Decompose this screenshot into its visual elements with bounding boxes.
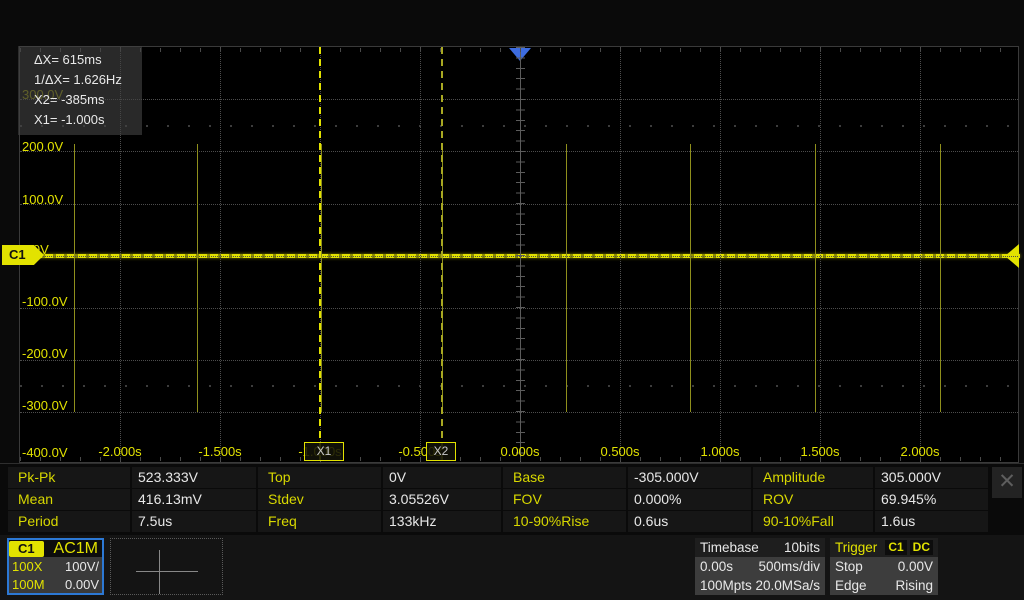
measurement-value: -305.000V <box>628 467 751 488</box>
timebase-panel[interactable]: Timebase 10bits 0.00s 500ms/div 100Mpts … <box>695 538 825 595</box>
channel-c1-chip: C1 <box>9 540 44 557</box>
cursor-x2-value: X2= -385ms <box>34 92 105 107</box>
measurement-label: 90-10%Fall <box>753 511 873 532</box>
x-axis-label: 0.500s <box>600 444 640 459</box>
grid-vline <box>820 47 821 462</box>
measurement-label: Mean <box>8 489 130 510</box>
x-axis-label: 2.000s <box>900 444 940 459</box>
x-axis-label: -2.000s <box>98 444 142 459</box>
timebase-scale: 500ms/div <box>758 559 820 574</box>
measurement-value: 523.333V <box>132 467 256 488</box>
cursor-x1-line[interactable] <box>319 47 321 461</box>
cursor-inv-delta-x: 1/ΔX= 1.626Hz <box>34 72 122 87</box>
cursor-delta-x: ΔX= 615ms <box>34 52 102 67</box>
grid-vline <box>620 47 621 462</box>
measurement-value: 0.6us <box>628 511 751 532</box>
y-axis-label: 200.0V <box>22 139 64 154</box>
measurement-value: 1.6us <box>875 511 988 532</box>
channel-coupling-label: AC1M <box>53 539 98 557</box>
timebase-samplerate: 20.0MSa/s <box>755 578 820 593</box>
measurement-label: Freq <box>258 511 381 532</box>
oscilloscope-screen: 300.0V200.0V100.0V0.0V-100.0V-200.0V-300… <box>0 0 1024 600</box>
timebase-title: Timebase <box>700 540 759 555</box>
grid-vline <box>220 47 221 462</box>
x-axis-label: 1.500s <box>800 444 840 459</box>
trigger-slope: Rising <box>895 578 933 593</box>
channel-probe-label: 100X <box>12 558 43 574</box>
y-axis-label: -300.0V <box>22 398 68 413</box>
trigger-status: Stop <box>835 559 863 574</box>
measurement-label: 10-90%Rise <box>503 511 626 532</box>
channel-c1-box[interactable]: C1 AC1M 100X 100V/ 100M 0.00V <box>7 538 104 595</box>
close-icon: ✕ <box>998 470 1016 493</box>
y-axis-label: 100.0V <box>22 192 64 207</box>
measurement-separator <box>0 463 1024 464</box>
measurement-label: Pk-Pk <box>8 467 130 488</box>
grid-minor-dot-row <box>20 125 1018 127</box>
grid-vline <box>720 47 721 462</box>
cursor-x2-line[interactable] <box>441 47 443 461</box>
grid-vline <box>920 47 921 462</box>
y-axis-label: -200.0V <box>22 346 68 361</box>
waveform-spike <box>690 144 691 412</box>
channel-scale-value: 100V/ <box>65 558 99 574</box>
grid-center-vticks <box>516 47 525 462</box>
measurement-value: 305.000V <box>875 467 988 488</box>
channel-c1-header: C1 AC1M <box>9 540 102 557</box>
measurement-label: FOV <box>503 489 626 510</box>
measurement-label: ROV <box>753 489 873 510</box>
waveform-spike <box>197 144 198 412</box>
waveform-spike <box>940 144 941 412</box>
x-axis-label: 1.000s <box>700 444 740 459</box>
measurement-value: 3.05526V <box>383 489 501 510</box>
grid-vline <box>420 47 421 462</box>
grid-minor-ticks-top <box>20 48 1018 52</box>
waveform-spike <box>815 144 816 412</box>
measurement-close-button[interactable]: ✕ <box>992 467 1022 498</box>
graticule: 300.0V200.0V100.0V0.0V-100.0V-200.0V-300… <box>19 46 1020 463</box>
add-channel-slot[interactable] <box>110 538 223 595</box>
y-axis-label: -400.0V <box>22 445 68 460</box>
timebase-points: 100Mpts <box>700 578 752 593</box>
x-axis-label: -1.500s <box>198 444 242 459</box>
trigger-source-chip: C1 <box>885 540 907 555</box>
crosshair-icon <box>111 539 222 594</box>
timebase-delay: 0.00s <box>700 559 734 574</box>
measurement-table: Pk-Pk 523.333V Top 0V Base -305.000V Amplitude… <box>8 467 988 532</box>
measurement-label: Amplitude <box>753 467 873 488</box>
trigger-type: Edge <box>835 578 867 593</box>
measurement-value: 69.945% <box>875 489 988 510</box>
trigger-panel[interactable]: Trigger C1 DC Stop 0.00V Edge Rising <box>830 538 938 595</box>
cursor-x1-flag[interactable]: X1 <box>304 442 344 461</box>
measurement-label: Base <box>503 467 626 488</box>
y-axis-label: -100.0V <box>22 294 68 309</box>
measurement-label: Top <box>258 467 381 488</box>
measurement-value: 416.13mV <box>132 489 256 510</box>
measurement-value: 133kHz <box>383 511 501 532</box>
channel-bandwidth-label: 100M <box>12 576 45 592</box>
measurement-value: 0V <box>383 467 501 488</box>
cursor-x1-value: X1= -1.000s <box>34 112 105 127</box>
x-axis-label: 0.000s <box>500 444 540 459</box>
measurement-value: 7.5us <box>132 511 256 532</box>
bottom-bar: C1 AC1M 100X 100V/ 100M 0.00V Timebase 1… <box>0 535 1024 600</box>
timebase-mode: 10bits <box>783 540 820 555</box>
trigger-title: Trigger <box>835 540 878 555</box>
waveform-spike <box>321 144 322 412</box>
cursor-info-panel: ΔX= 615ms 1/ΔX= 1.626Hz X2= -385ms X1= -… <box>18 46 142 135</box>
grid-minor-dot-row <box>20 385 1018 387</box>
measurement-value: 0.000% <box>628 489 751 510</box>
measurement-label: Stdev <box>258 489 381 510</box>
waveform-spike <box>566 144 567 412</box>
trigger-level-value: 0.00V <box>897 559 933 574</box>
waveform-spike <box>74 144 75 412</box>
measurement-label: Period <box>8 511 130 532</box>
cursor-x2-flag[interactable]: X2 <box>426 442 456 461</box>
trigger-coupling-chip: DC <box>909 540 933 555</box>
channel-offset-value: 0.00V <box>65 576 99 592</box>
